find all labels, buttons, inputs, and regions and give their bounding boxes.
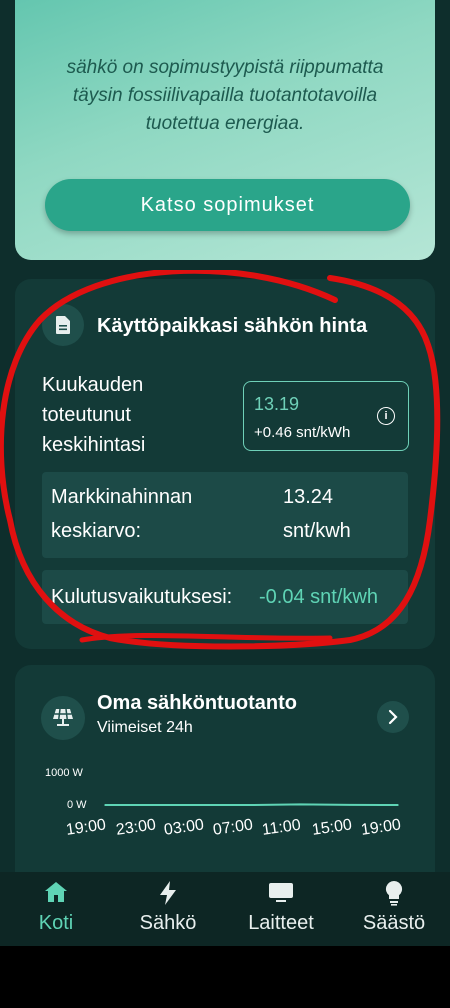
nav-item-savings[interactable]: Säästö: [339, 872, 449, 946]
production-point: [348, 804, 350, 806]
device-icon: [226, 880, 336, 906]
price-card-title: Käyttöpaikkasi sähkön hinta: [97, 315, 368, 337]
nav-label: Säästö: [362, 912, 426, 934]
promo-card: sähkö on sopimustyypistä riippumatta täy…: [15, 0, 435, 260]
nav-item-home[interactable]: Koti: [1, 872, 111, 946]
label-line: Kuukauden: [42, 374, 144, 396]
production-point: [397, 804, 399, 806]
document-icon: [42, 304, 84, 346]
consumption-impact-box: Kulutusvaikutuksesi: -0.04 snt/kwh: [42, 570, 408, 624]
market-label: Markkinahinnan keskiarvo:: [51, 482, 192, 546]
nav-item-electricity[interactable]: Sähkö: [113, 872, 223, 946]
lightning-icon: [113, 880, 223, 906]
nav-label: Koti: [38, 912, 74, 934]
monthly-average-label: Kuukauden toteutunut keskihintasi: [42, 370, 145, 460]
label-line: keskiarvo:: [51, 520, 142, 542]
nav-label: Laitteet: [248, 912, 314, 934]
price-box: 13.19 +0.46 snt/kWh i: [243, 381, 409, 451]
market-price-box: Markkinahinnan keskiarvo: 13.24 snt/kwh: [42, 472, 408, 558]
promo-text-line: täysin fossiilivapailla tuotantotavoilla: [72, 85, 378, 106]
value-line: 13.24: [283, 486, 334, 508]
lightbulb-icon: [339, 880, 449, 906]
promo-text: sähkö on sopimustyypistä riippumatta täy…: [45, 54, 405, 138]
price-value: 13.19: [254, 394, 300, 414]
value-line: snt/kwh: [283, 520, 351, 542]
production-point: [104, 804, 106, 806]
production-point: [201, 804, 204, 806]
production-point: [250, 804, 253, 806]
promo-text-line: tuotettua energiaa.: [145, 113, 305, 134]
view-contracts-button[interactable]: Katso sopimukset: [45, 179, 410, 231]
production-point: [299, 803, 302, 806]
market-value: 13.24 snt/kwh: [283, 482, 351, 546]
price-delta: +0.46 snt/kWh: [254, 424, 351, 441]
app-screen: sähkö on sopimustyypistä riippumatta täy…: [0, 0, 450, 946]
info-icon[interactable]: i: [377, 407, 395, 425]
label-line: keskihintasi: [42, 434, 146, 456]
nav-label: Sähkö: [139, 912, 197, 934]
price-card: Käyttöpaikkasi sähkön hinta Kuukauden to…: [15, 279, 435, 649]
home-icon: [1, 880, 111, 906]
nav-item-devices[interactable]: Laitteet: [226, 872, 336, 946]
impact-label: Kulutusvaikutuksesi:: [51, 586, 233, 608]
production-point: [153, 804, 155, 806]
bottom-nav: Koti Sähkö Laitteet Säästö: [0, 872, 450, 946]
impact-value: -0.04 snt/kwh: [259, 586, 378, 608]
label-line: Markkinahinnan: [51, 486, 193, 508]
promo-text-line: sähkö on sopimustyypistä riippumatta: [66, 57, 384, 78]
label-line: toteutunut: [42, 404, 131, 426]
